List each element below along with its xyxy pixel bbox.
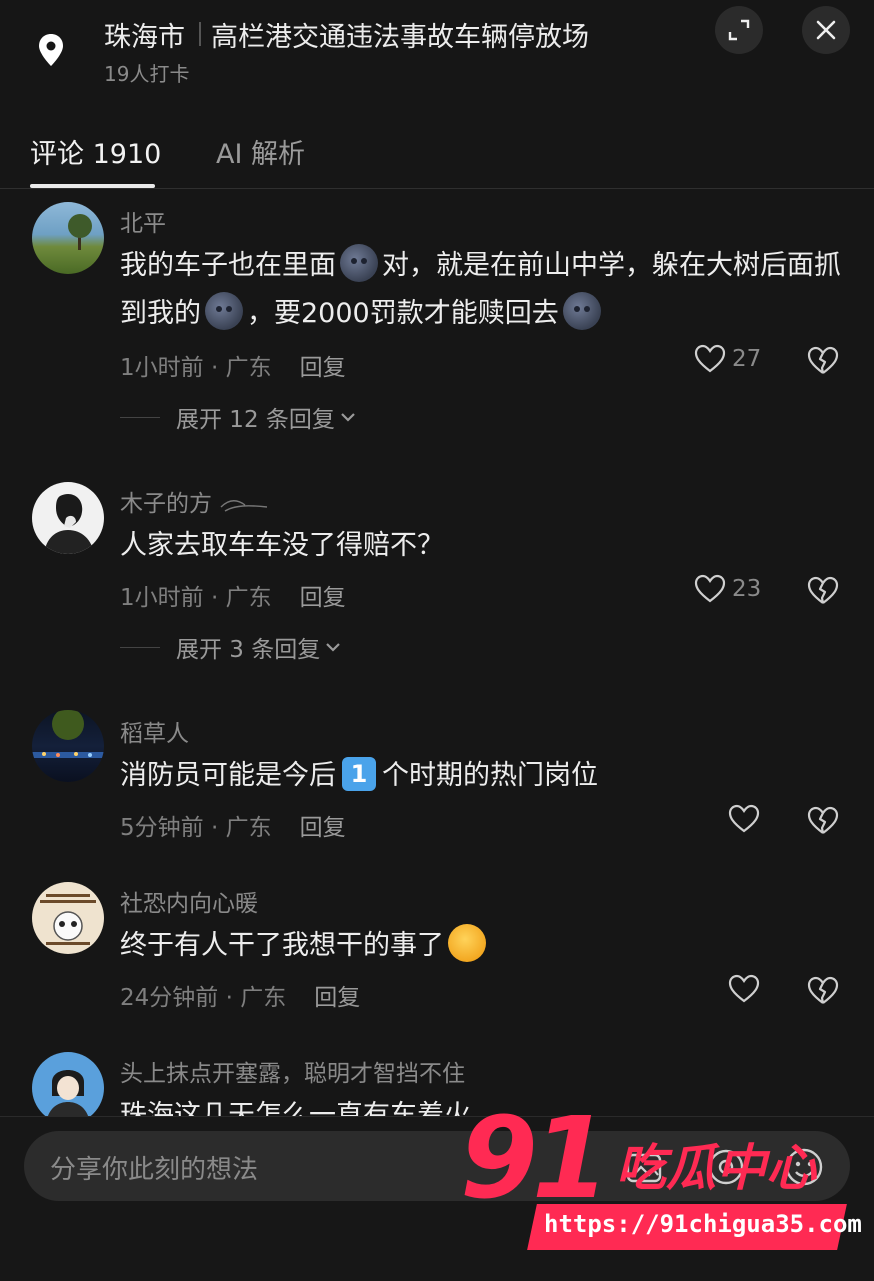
expand-replies-label: 展开 12 条回复 (176, 407, 335, 433)
comment-meta: 1小时前 · 广东 回复 (120, 578, 346, 612)
expand-button[interactable] (715, 6, 763, 54)
comment-time-location: 1小时前 · 广东 (120, 355, 272, 381)
comment-meta: 5分钟前 · 广东 回复 (120, 808, 346, 842)
heart-icon[interactable] (728, 974, 760, 1004)
broken-heart-icon[interactable] (806, 346, 840, 376)
comment-text-part: 消防员可能是今后 (120, 760, 336, 791)
comment-time-location: 5分钟前 · 广东 (120, 815, 272, 841)
comment-text-part: 我的车子也在里面 (120, 250, 336, 281)
anime-avatar-image (48, 1070, 88, 1116)
comment-text-part: 终于有人干了我想干的事了 (120, 930, 444, 961)
comment-text-part: ，要2000罚款才能赎回去 (247, 298, 559, 329)
location-pin-icon (39, 34, 63, 66)
expand-replies-button[interactable]: 展开 3 条回复 (120, 630, 342, 664)
like-count: 23 (732, 576, 762, 602)
comment-time-location: 24分钟前 · 广东 (120, 985, 287, 1011)
broken-heart-icon[interactable] (806, 576, 840, 606)
city-name: 珠海市 (104, 21, 185, 53)
heart-icon[interactable] (728, 804, 760, 834)
comment-list[interactable]: 北平 我的车子也在里面 对，就是在前山中学，躲在大树后面抓到我的 ，要2000罚款才… (0, 190, 874, 1116)
reply-button[interactable]: 回复 (300, 355, 346, 381)
title-divider (199, 22, 201, 46)
keycap-one-emoji-icon: 1 (342, 756, 376, 791)
divider-line (120, 416, 160, 418)
tab-comments[interactable]: 评论 1910 (30, 132, 161, 171)
broken-heart-icon[interactable] (806, 806, 840, 836)
comment-text: 人家去取车车没了得赔不？ (120, 530, 444, 561)
expand-icon (728, 19, 750, 41)
expand-replies-label: 展开 3 条回复 (176, 637, 321, 663)
username[interactable]: 稻草人 (120, 714, 189, 748)
comment-input-placeholder: 分享你此刻的想法 (50, 1155, 259, 1185)
location-title[interactable]: 珠海市 高栏港交通违法事故车辆停放场 (104, 14, 589, 54)
avatar[interactable] (32, 482, 104, 554)
location-header: 珠海市 高栏港交通违法事故车辆停放场 19人打卡 (0, 0, 874, 100)
avatar[interactable] (32, 710, 104, 782)
at-mention-icon[interactable] (704, 1145, 748, 1189)
image-icon[interactable] (622, 1145, 666, 1189)
tab-ai-analysis[interactable]: AI 解析 (216, 132, 305, 171)
comment-meta: 24分钟前 · 广东 回复 (120, 978, 360, 1012)
comment-input[interactable]: 分享你此刻的想法 (24, 1131, 850, 1201)
person-avatar-image (44, 493, 94, 554)
active-tab-indicator (30, 184, 155, 188)
place-name: 高栏港交通违法事故车辆停放场 (211, 21, 589, 53)
divider-line (120, 646, 160, 648)
reply-button[interactable]: 回复 (300, 585, 346, 611)
bottom-bar: 分享你此刻的想法 (0, 1116, 874, 1281)
comment-text: 我的车子也在里面 对，就是在前山中学，躲在大树后面抓到我的 ，要2000罚款才能赎回… (120, 242, 850, 338)
close-icon (816, 20, 836, 40)
reply-button[interactable]: 回复 (314, 985, 360, 1011)
like-button[interactable]: 23 (694, 574, 761, 604)
reply-button[interactable]: 回复 (300, 815, 346, 841)
chevron-down-icon (341, 413, 355, 422)
comment-text-part: 个时期的热门岗位 (382, 760, 598, 791)
heart-icon (694, 574, 726, 603)
chevron-down-icon (326, 643, 341, 652)
like-count: 27 (732, 346, 762, 372)
comment-meta: 1小时前 · 广东 回复 (120, 348, 346, 382)
night-city-avatar-image (32, 710, 104, 758)
tab-bar: 评论 1910 AI 解析 (0, 124, 874, 189)
like-button[interactable]: 27 (694, 344, 761, 374)
comment-text: 珠海这几天怎么一直有车着火 (120, 1100, 471, 1116)
moon-face-emoji-icon (562, 291, 601, 330)
username[interactable]: 木子的方 (120, 484, 269, 518)
avatar[interactable] (32, 202, 104, 274)
comment-text: 终于有人干了我想干的事了 (120, 922, 850, 970)
checkin-count: 19人打卡 (104, 62, 190, 86)
username[interactable]: 头上抹点开塞露，聪明才智挡不住 (120, 1054, 465, 1088)
close-button[interactable] (802, 6, 850, 54)
moon-face-emoji-icon (340, 243, 378, 282)
heart-icon (694, 344, 726, 373)
moon-face-emoji-icon (205, 291, 243, 330)
panda-meme-avatar-image (40, 894, 96, 945)
comment-time-location: 1小时前 · 广东 (120, 585, 272, 611)
screaming-face-emoji-icon (448, 923, 486, 962)
expand-replies-button[interactable]: 展开 12 条回复 (120, 400, 357, 434)
username[interactable]: 北平 (120, 204, 166, 238)
username-text: 木子的方 (120, 491, 212, 517)
avatar[interactable] (32, 882, 104, 954)
broken-heart-icon[interactable] (806, 976, 840, 1006)
emoji-icon[interactable] (782, 1145, 826, 1189)
comment-text: 消防员可能是今后 1 个时期的热门岗位 (120, 752, 850, 800)
username[interactable]: 社恐内向心暖 (120, 884, 258, 918)
tree-avatar-image (68, 214, 92, 250)
avatar[interactable] (32, 1052, 104, 1116)
wave-decoration-icon (220, 499, 268, 512)
